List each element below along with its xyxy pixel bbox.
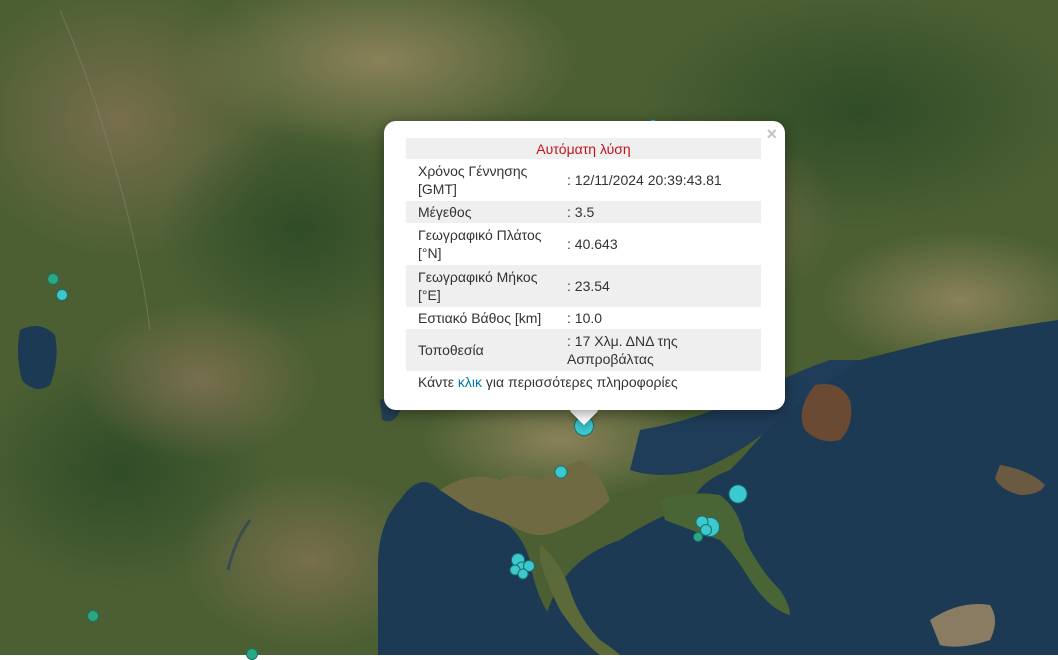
earthquake-marker[interactable] (728, 484, 748, 504)
more-info-suffix: για περισσότερες πληροφορίες (482, 374, 678, 390)
earthquake-info-popup: × Αυτόματη λύση Χρόνος Γέννησης [GMT] : … (384, 121, 785, 410)
earthquake-marker[interactable] (517, 568, 529, 580)
close-icon[interactable]: × (766, 125, 777, 143)
longitude-label: Γεωγραφικό Μήκος [°E] (406, 265, 563, 307)
location-label: Τοποθεσία (406, 329, 563, 371)
earthquake-marker[interactable] (246, 648, 258, 660)
earthquake-details-table: Αυτόματη λύση Χρόνος Γέννησης [GMT] : 12… (406, 138, 761, 371)
magnitude-label: Μέγεθος (406, 201, 563, 223)
more-info-link[interactable]: κλικ (458, 374, 482, 390)
earthquake-marker[interactable] (554, 465, 568, 479)
origin-time-value: : 12/11/2024 20:39:43.81 (567, 172, 722, 188)
earthquake-marker[interactable] (693, 532, 703, 542)
earthquake-marker[interactable] (47, 273, 59, 285)
latitude-value: : 40.643 (567, 236, 618, 252)
more-info-prefix: Κάντε (418, 374, 458, 390)
more-info-text: Κάντε κλικ για περισσότερες πληροφορίες (418, 374, 678, 390)
earthquake-marker[interactable] (56, 289, 68, 301)
depth-label: Εστιακό Βάθος [km] (418, 310, 542, 326)
latitude-label: Γεωγραφικό Πλάτος [°N] (418, 227, 542, 261)
magnitude-value: : 3.5 (563, 201, 761, 223)
earthquake-marker[interactable] (87, 610, 99, 622)
longitude-value: : 23.54 (563, 265, 761, 307)
popup-title: Αυτόματη λύση (406, 138, 761, 159)
origin-time-label: Χρόνος Γέννησης [GMT] (418, 163, 528, 197)
location-value: : 17 Χλμ. ΔΝΔ της Ασπροβάλτας (563, 329, 761, 371)
depth-value: : 10.0 (567, 310, 603, 326)
